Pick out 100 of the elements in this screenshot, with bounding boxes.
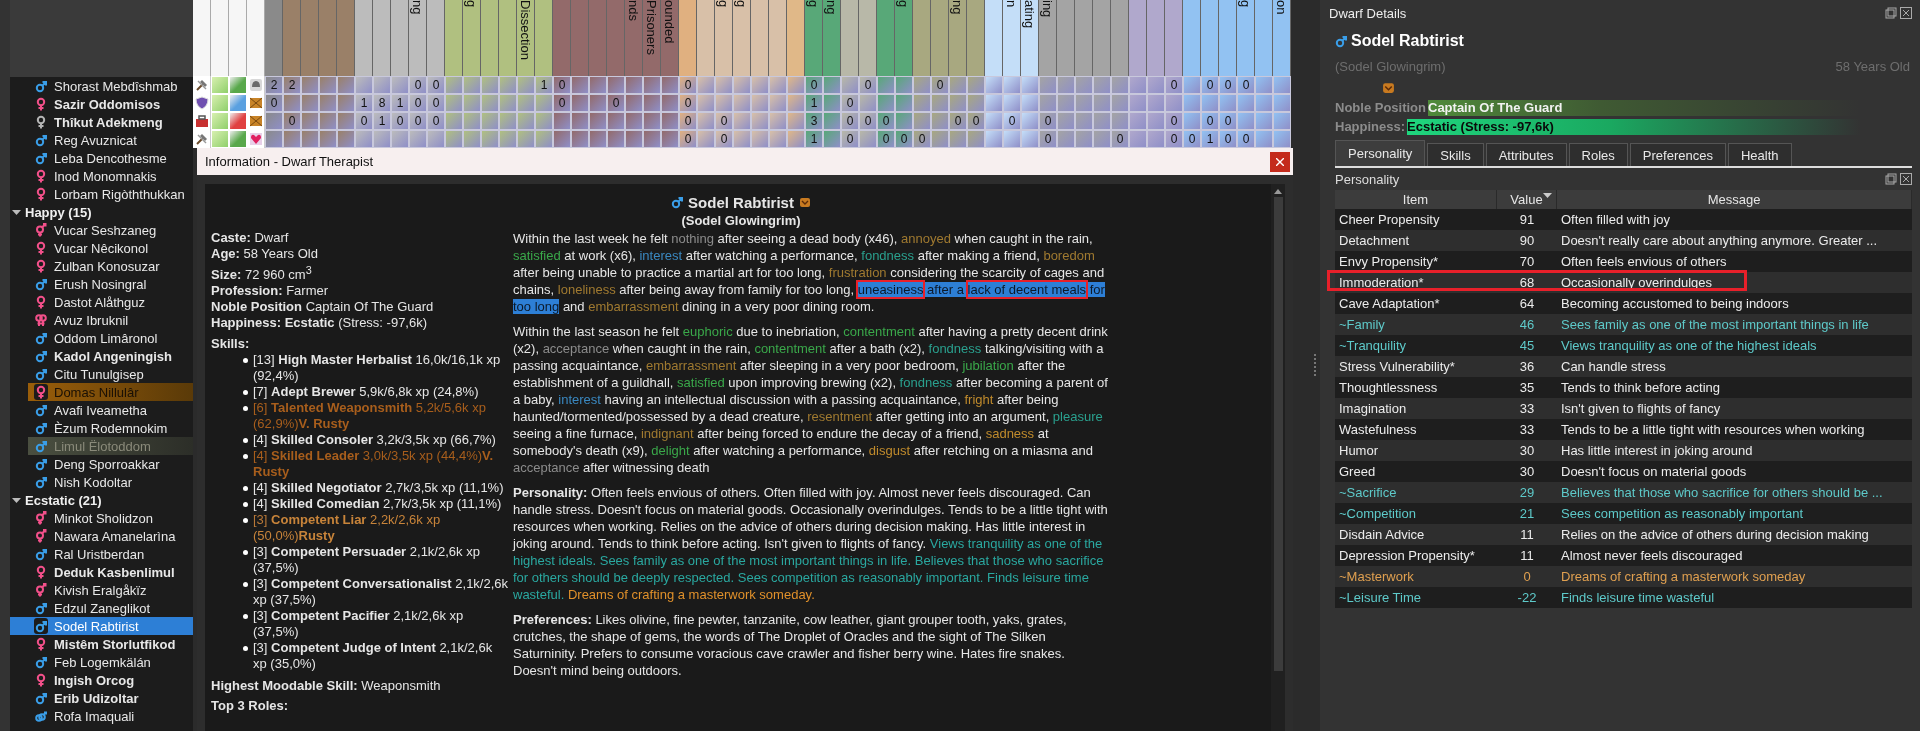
- grid-cell[interactable]: [1201, 94, 1219, 112]
- tab[interactable]: Skills: [1427, 143, 1484, 166]
- grid-cell[interactable]: [535, 130, 553, 148]
- grid-cell[interactable]: [787, 112, 805, 130]
- grid-cell[interactable]: 0: [1237, 130, 1255, 148]
- grid-cell[interactable]: [625, 130, 643, 148]
- column-header[interactable]: [1219, 0, 1237, 76]
- float-icon[interactable]: [1885, 173, 1897, 185]
- grid-cell[interactable]: [265, 112, 283, 130]
- grid-cell[interactable]: [1093, 112, 1111, 130]
- grid-cell[interactable]: 0: [805, 76, 823, 94]
- grid-cell[interactable]: 0: [1039, 112, 1057, 130]
- column-header[interactable]: [1075, 0, 1093, 76]
- roster-item[interactable]: Mistêm Storlutfikod: [10, 635, 193, 653]
- roster-item[interactable]: Deng Sporroakkar: [10, 455, 193, 473]
- grid-cell[interactable]: [337, 130, 355, 148]
- grid-cell[interactable]: [1021, 130, 1039, 148]
- grid-cell[interactable]: [1183, 94, 1201, 112]
- grid-cell[interactable]: [1003, 94, 1021, 112]
- grid-cell[interactable]: 0: [607, 94, 625, 112]
- scrollbar[interactable]: [1271, 184, 1285, 731]
- column-header[interactable]: ng: [823, 0, 841, 76]
- column-header[interactable]: g: [733, 0, 751, 76]
- grid-cell[interactable]: [301, 112, 319, 130]
- column-header[interactable]: on: [1273, 0, 1291, 76]
- grid-cell[interactable]: [1273, 130, 1291, 148]
- grid-cell[interactable]: 0: [679, 76, 697, 94]
- grid-cell[interactable]: 1: [805, 94, 823, 112]
- column-header[interactable]: [1093, 0, 1111, 76]
- column-header[interactable]: ing: [1039, 0, 1057, 76]
- grid-cell[interactable]: 0: [1219, 76, 1237, 94]
- column-header[interactable]: [931, 0, 949, 76]
- grid-cell[interactable]: [895, 112, 913, 130]
- roster-item[interactable]: Sodel Rabtirist: [10, 617, 193, 635]
- grid-cell[interactable]: [751, 94, 769, 112]
- grid-cell[interactable]: 0: [427, 112, 445, 130]
- grid-cell[interactable]: 8: [373, 94, 391, 112]
- grid-cell[interactable]: 0: [913, 130, 931, 148]
- grid-cell[interactable]: [607, 76, 625, 94]
- float-icon[interactable]: [1885, 7, 1897, 19]
- grid-cell[interactable]: [949, 130, 967, 148]
- grid-cell[interactable]: [1021, 94, 1039, 112]
- roster-item[interactable]: Avafi Iveametha: [10, 401, 193, 419]
- grid-cell[interactable]: [571, 76, 589, 94]
- grid-cell[interactable]: [1075, 94, 1093, 112]
- grid-cell[interactable]: [1129, 130, 1147, 148]
- grid-cell[interactable]: 0: [265, 94, 283, 112]
- roster-item[interactable]: Inod Monomnakis: [10, 167, 193, 185]
- roster-item[interactable]: Kadol Angeningish: [10, 347, 193, 365]
- grid-cell[interactable]: [1075, 130, 1093, 148]
- grid-cell[interactable]: [265, 130, 283, 148]
- roster-item[interactable]: Nish Kodoltar: [10, 473, 193, 491]
- grid-cell[interactable]: [985, 76, 1003, 94]
- grid-cell[interactable]: 0: [877, 130, 895, 148]
- column-header[interactable]: [877, 0, 895, 76]
- column-header[interactable]: [769, 0, 787, 76]
- grid-cell[interactable]: 0: [841, 94, 859, 112]
- grid-cell[interactable]: [985, 112, 1003, 130]
- grid-cell[interactable]: [319, 94, 337, 112]
- roster-item[interactable]: Vucar Nêcikonol: [10, 239, 193, 257]
- grid-cell[interactable]: [337, 94, 355, 112]
- grid-cell[interactable]: [751, 112, 769, 130]
- grid-cell[interactable]: [895, 94, 913, 112]
- grid-cell[interactable]: [1237, 94, 1255, 112]
- grid-cell[interactable]: [589, 112, 607, 130]
- roster-item[interactable]: Edzul Zaneglikot: [10, 599, 193, 617]
- grid-cell[interactable]: [1093, 130, 1111, 148]
- grid-cell[interactable]: 1: [355, 94, 373, 112]
- grid-cell[interactable]: [571, 112, 589, 130]
- grid-cell[interactable]: [1003, 76, 1021, 94]
- column-header[interactable]: [787, 0, 805, 76]
- grid-cell[interactable]: 0: [1003, 112, 1021, 130]
- grid-cell[interactable]: [445, 112, 463, 130]
- grid-cell[interactable]: 0: [409, 112, 427, 130]
- grid-cell[interactable]: 0: [1183, 130, 1201, 148]
- grid-cell[interactable]: [1129, 76, 1147, 94]
- grid-cell[interactable]: [1165, 94, 1183, 112]
- grid-cell[interactable]: 0: [1219, 112, 1237, 130]
- grid-cell[interactable]: [1039, 76, 1057, 94]
- grid-cell[interactable]: [373, 130, 391, 148]
- grid-cell[interactable]: 0: [841, 112, 859, 130]
- grid-cell[interactable]: [733, 76, 751, 94]
- grid-cell[interactable]: [481, 130, 499, 148]
- close-button[interactable]: [1270, 151, 1290, 172]
- grid-cell[interactable]: [373, 76, 391, 94]
- column-header[interactable]: [391, 0, 409, 76]
- grid-cell[interactable]: 1: [805, 130, 823, 148]
- grid-cell[interactable]: [1003, 130, 1021, 148]
- roster-item[interactable]: Avuz Ibruknil: [10, 311, 193, 329]
- tab[interactable]: Roles: [1568, 143, 1628, 166]
- grid-cell[interactable]: [319, 130, 337, 148]
- column-header[interactable]: g: [715, 0, 733, 76]
- grid-cell[interactable]: 0: [679, 94, 697, 112]
- grid-cell[interactable]: [1057, 76, 1075, 94]
- grid-cell[interactable]: [967, 130, 985, 148]
- grid-cell[interactable]: 0: [859, 112, 877, 130]
- grid-cell[interactable]: [733, 130, 751, 148]
- grid-cell[interactable]: [769, 94, 787, 112]
- column-header[interactable]: [1183, 0, 1201, 76]
- column-header[interactable]: ating: [1021, 0, 1039, 76]
